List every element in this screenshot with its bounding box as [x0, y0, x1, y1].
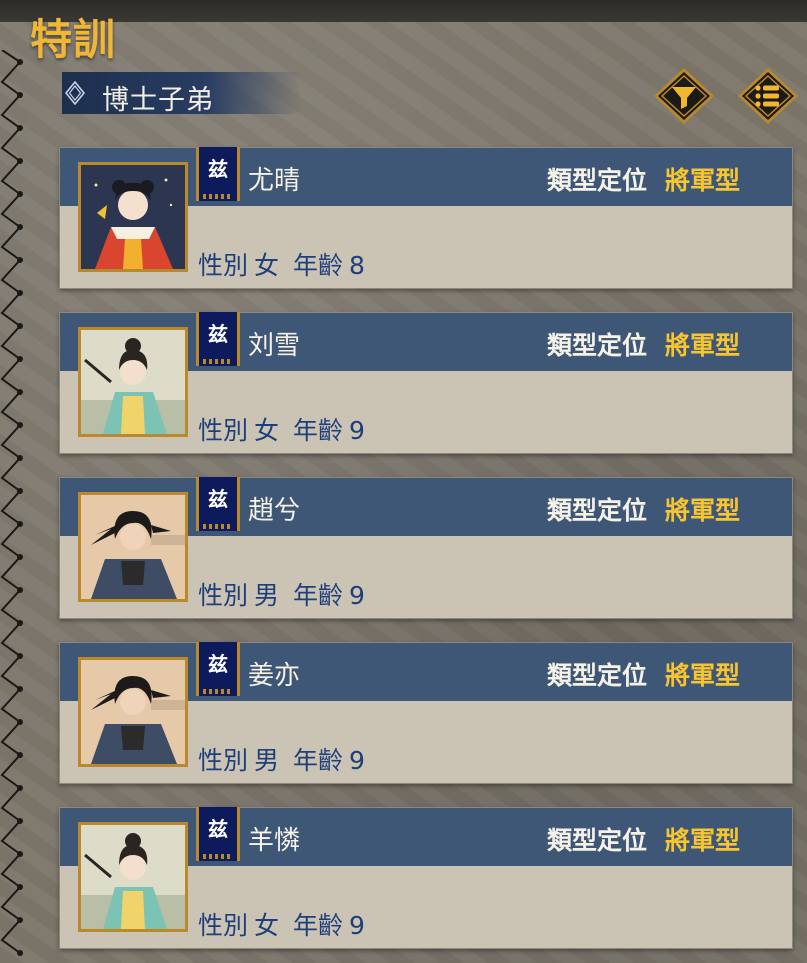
portrait [78, 327, 188, 437]
character-card-4[interactable]: 兹 姜亦 類型定位 將軍型 性別男年齡 9 [59, 642, 793, 784]
gender-label: 性別 [198, 746, 249, 775]
age-label: 年齡 [293, 911, 344, 940]
portrait [78, 822, 188, 932]
faction-flag: 兹 [196, 147, 240, 201]
section-header[interactable]: 博士子弟 [62, 72, 302, 116]
faction-flag: 兹 [196, 312, 240, 366]
faction-flag: 兹 [196, 642, 240, 696]
character-info: 性別男年齡 9 [198, 576, 371, 612]
age-label: 年齡 [293, 746, 344, 775]
character-info: 性別女年齡 9 [198, 906, 371, 942]
gender-label: 性別 [198, 581, 249, 610]
character-info: 性別女年齡 8 [198, 246, 371, 282]
gender-label: 性別 [198, 416, 249, 445]
age-label: 年齡 [293, 251, 344, 280]
age-value: 9 [349, 581, 365, 610]
character-name: 姜亦 [248, 661, 301, 691]
age-label: 年齡 [293, 416, 344, 445]
diamond-icon [65, 81, 85, 105]
character-info: 性別女年齡 9 [198, 411, 371, 447]
character-card-1[interactable]: 兹 尤晴 類型定位 將軍型 性別女年齡 8 [59, 147, 793, 289]
page-title: 特訓 [30, 15, 117, 64]
age-value: 9 [349, 746, 365, 775]
list-icon [738, 68, 798, 124]
gender-value: 女 [254, 251, 280, 280]
type-value: 將軍型 [665, 826, 741, 855]
filter-button[interactable] [652, 66, 716, 126]
gender-value: 女 [254, 416, 280, 445]
gender-value: 男 [254, 581, 280, 610]
character-name: 尤晴 [248, 166, 301, 196]
age-value: 9 [349, 416, 365, 445]
gender-label: 性別 [198, 251, 249, 280]
age-value: 9 [349, 911, 365, 940]
character-info: 性別男年齡 9 [198, 741, 371, 777]
type-value: 將軍型 [665, 331, 741, 360]
character-name: 羊憐 [248, 826, 301, 856]
list-button[interactable] [736, 66, 800, 126]
filter-icon [654, 68, 714, 124]
portrait [78, 492, 188, 602]
type-value: 將軍型 [665, 661, 741, 690]
faction-flag: 兹 [196, 807, 240, 861]
type-label: 類型定位 [547, 496, 648, 525]
character-card-3[interactable]: 兹 趙兮 類型定位 將軍型 性別男年齡 9 [59, 477, 793, 619]
portrait [78, 162, 188, 272]
age-label: 年齡 [293, 581, 344, 610]
type-label: 類型定位 [547, 331, 648, 360]
type-label: 類型定位 [547, 166, 648, 195]
section-label: 博士子弟 [102, 85, 214, 116]
type-value: 將軍型 [665, 496, 741, 525]
age-value: 8 [349, 251, 365, 280]
character-card-5[interactable]: 兹 羊憐 類型定位 將軍型 性別女年齡 9 [59, 807, 793, 949]
character-name: 刘雪 [248, 331, 301, 361]
faction-flag: 兹 [196, 477, 240, 531]
portrait [78, 657, 188, 767]
character-card-2[interactable]: 兹 刘雪 類型定位 將軍型 性別女年齡 9 [59, 312, 793, 454]
gender-value: 男 [254, 746, 280, 775]
gender-label: 性別 [198, 911, 249, 940]
top-bar [0, 0, 807, 22]
binding-spine [0, 50, 23, 956]
gender-value: 女 [254, 911, 280, 940]
type-label: 類型定位 [547, 661, 648, 690]
character-name: 趙兮 [248, 496, 301, 526]
type-label: 類型定位 [547, 826, 648, 855]
type-value: 將軍型 [665, 166, 741, 195]
